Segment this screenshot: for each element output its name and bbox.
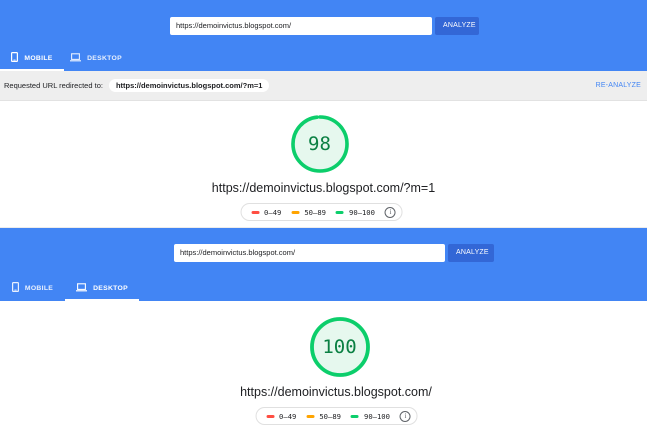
url-form: ANALYZE — [170, 17, 479, 35]
tab-mobile[interactable]: MOBILE — [0, 45, 64, 71]
smartphone-icon — [11, 282, 19, 294]
redirect-url: https://demoinvictus.blogspot.com/?m=1 — [108, 79, 270, 92]
device-tabs: MOBILE DESKTOP — [0, 275, 139, 301]
performance-score: 98 — [308, 133, 331, 155]
redirect-label: Requested URL redirected to: — [4, 81, 103, 90]
tab-label: DESKTOP — [87, 54, 122, 62]
url-input[interactable] — [170, 17, 432, 35]
legend-fail-label: 0–49 — [279, 411, 297, 421]
fail-swatch-icon — [266, 414, 275, 418]
laptop-icon — [76, 282, 88, 294]
legend-average-label: 50–89 — [304, 207, 326, 217]
report-header: ANALYZE MOBILE DESKTOP — [0, 0, 647, 71]
performance-score-gauge: 98 — [290, 114, 350, 174]
average-swatch-icon — [306, 414, 315, 418]
url-form: ANALYZE — [174, 244, 494, 262]
legend-average: 50–89 — [291, 208, 326, 217]
legend-pass: 90–100 — [335, 207, 375, 217]
analyze-button[interactable]: ANALYZE — [448, 244, 494, 262]
legend-fail-label: 0–49 — [264, 207, 282, 217]
reanalyze-button[interactable]: RE-ANALYZE — [596, 71, 641, 101]
legend-pass-label: 90–100 — [363, 411, 390, 421]
score-summary: 98 https://demoinvictus.blogspot.com/?m=… — [0, 101, 647, 227]
final-url: https://demoinvictus.blogspot.com/?m=1 — [211, 181, 436, 195]
score-legend: 0–49 50–89 90–100 i — [255, 407, 418, 425]
laptop-icon — [70, 52, 82, 64]
info-icon[interactable]: i — [399, 410, 411, 422]
performance-score: 100 — [322, 336, 357, 358]
legend-average-label: 50–89 — [319, 411, 341, 421]
legend-pass-label: 90–100 — [348, 207, 375, 217]
score-summary: 100 https://demoinvictus.blogspot.com/ 0… — [0, 301, 647, 433]
legend-fail: 0–49 — [251, 208, 281, 217]
tab-mobile[interactable]: MOBILE — [0, 275, 65, 301]
device-tabs: MOBILE DESKTOP — [0, 45, 128, 71]
legend-fail: 0–49 — [266, 412, 296, 421]
pass-swatch-icon — [350, 414, 359, 418]
report-header: ANALYZE MOBILE DESKTOP — [0, 228, 647, 301]
analyze-button[interactable]: ANALYZE — [435, 17, 479, 35]
tab-desktop[interactable]: DESKTOP — [64, 45, 128, 71]
pass-swatch-icon — [335, 210, 344, 214]
info-icon[interactable]: i — [384, 206, 396, 218]
tab-label: MOBILE — [24, 284, 54, 292]
final-url: https://demoinvictus.blogspot.com/ — [240, 385, 432, 399]
average-swatch-icon — [291, 210, 300, 214]
tab-label: MOBILE — [24, 54, 53, 62]
tab-label: DESKTOP — [93, 284, 128, 292]
redirect-notice: Requested URL redirected to: https://dem… — [0, 71, 647, 101]
url-input[interactable] — [174, 244, 445, 262]
score-legend: 0–49 50–89 90–100 i — [240, 203, 403, 221]
performance-score-gauge: 100 — [309, 316, 371, 378]
tab-desktop[interactable]: DESKTOP — [65, 275, 139, 301]
mobile-report-panel: ANALYZE MOBILE DESKTOP Requested URL red… — [0, 0, 647, 227]
desktop-report-panel: ANALYZE MOBILE DESKTOP 100 — [0, 227, 647, 433]
smartphone-icon — [11, 52, 19, 64]
legend-average: 50–89 — [306, 412, 341, 421]
fail-swatch-icon — [251, 210, 260, 214]
legend-pass: 90–100 — [350, 411, 390, 421]
